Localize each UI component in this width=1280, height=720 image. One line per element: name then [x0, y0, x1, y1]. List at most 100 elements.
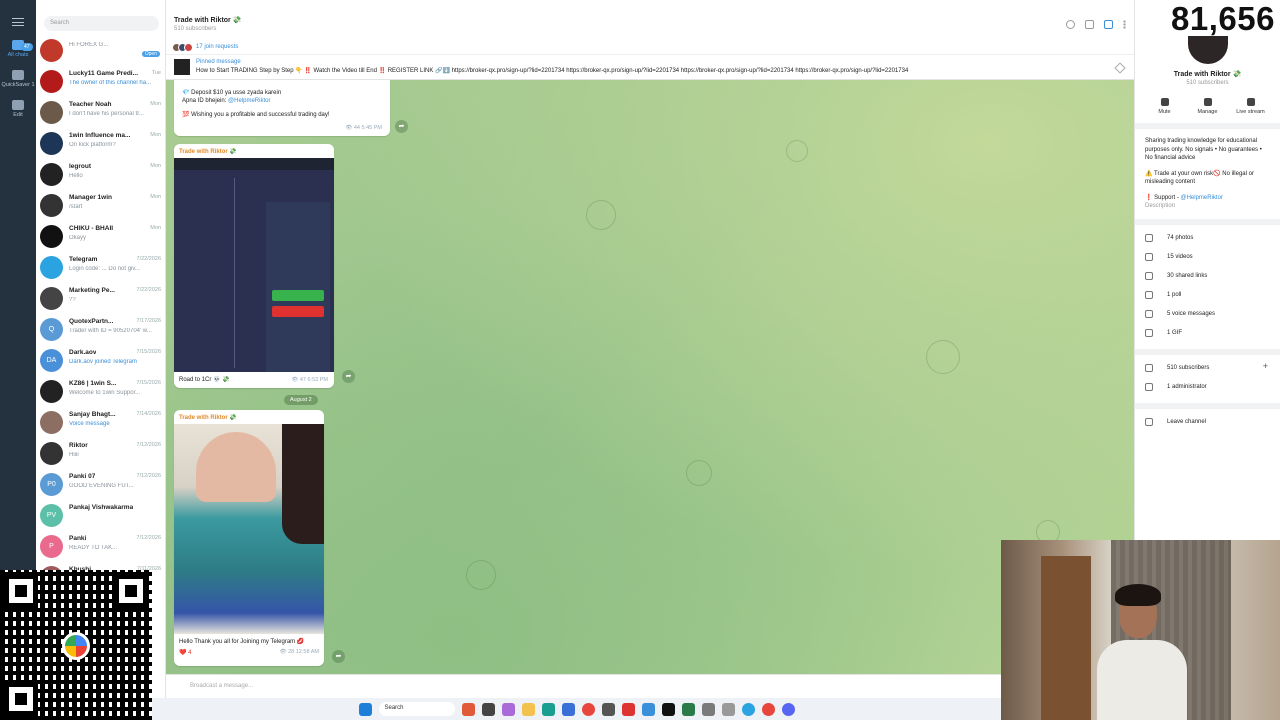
- channel-name: Trade with Riktor 💸: [1173, 71, 1242, 78]
- chat-list-item[interactable]: Telegram 7/22/2026 Login code: ... Do not …: [36, 254, 165, 285]
- message-composer[interactable]: Broadcast a message...: [166, 674, 1134, 700]
- chat-list-item[interactable]: Riktor 7/12/2026 Hiiii: [36, 440, 165, 471]
- photo-attachment[interactable]: [174, 424, 324, 634]
- chat-list-item[interactable]: Marketing Pe... 7/22/2026??: [36, 285, 165, 316]
- chat-list-item[interactable]: 1win Influence ma... Mon On kick platform?: [36, 130, 165, 161]
- chat-time: Mon: [150, 225, 161, 231]
- edit-folders[interactable]: Edit: [0, 96, 36, 118]
- stat-gif[interactable]: 1 GIF: [1145, 324, 1270, 343]
- chat-preview: On kick platform?: [69, 142, 116, 148]
- app-icon[interactable]: [701, 702, 715, 716]
- doodle: [466, 560, 496, 590]
- message-bubble[interactable]: 💎 Deposit $10 ya usse zyada karein Apna …: [174, 80, 390, 136]
- qr-finder: [114, 574, 148, 608]
- windows-start-icon[interactable]: [358, 702, 372, 716]
- sidebar-toggle-icon[interactable]: [1104, 20, 1113, 29]
- live-stream-button[interactable]: Live stream: [1231, 98, 1271, 115]
- taskbar-search[interactable]: Search: [378, 702, 455, 716]
- stat-links[interactable]: 30 shared links: [1145, 267, 1270, 286]
- leave-channel-button[interactable]: Leave channel: [1145, 413, 1270, 432]
- chat-list-item[interactable]: P0 Panki 07 7/12/2026 GOOD EVENING FUT...: [36, 471, 165, 502]
- more-icon[interactable]: [1123, 20, 1126, 29]
- search-icon[interactable]: [1066, 20, 1075, 29]
- taskview-icon[interactable]: [481, 702, 495, 716]
- chat-list-item[interactable]: CHIKU - BHAII Mon Okayy: [36, 223, 165, 254]
- doodle: [926, 340, 960, 374]
- widgets-icon[interactable]: [461, 702, 475, 716]
- folder-quicksaver[interactable]: QuickSaver 1: [0, 66, 36, 88]
- stat-videos[interactable]: 15 videos: [1145, 248, 1270, 267]
- forward-icon[interactable]: ➦: [395, 120, 408, 133]
- trade-screenshot[interactable]: [174, 158, 334, 372]
- pinned-message[interactable]: Pinned message How to Start TRADING Step…: [166, 54, 1134, 80]
- store-icon[interactable]: [561, 702, 575, 716]
- mute-button[interactable]: Mute: [1145, 98, 1185, 115]
- avatar: [40, 101, 63, 124]
- stat-photos[interactable]: 74 photos: [1145, 229, 1270, 248]
- join-requests-label: 17 join requests: [196, 44, 239, 50]
- app-icon[interactable]: [601, 702, 615, 716]
- chat-preview: Dark.aov joined Telegram: [69, 359, 137, 365]
- channel-avatar[interactable]: [1187, 36, 1228, 64]
- subscribers-row[interactable]: 510 subscribers: [1145, 359, 1270, 378]
- reaction-badge[interactable]: ❤️ 4: [179, 649, 191, 656]
- menu-icon[interactable]: [12, 18, 24, 26]
- manage-button[interactable]: Manage: [1188, 98, 1228, 115]
- microphone-icon: [1145, 310, 1153, 318]
- chat-list-item[interactable]: PV Pankaj Vishwakarma: [36, 502, 165, 533]
- screenshot-topbar: [174, 158, 334, 170]
- music-icon[interactable]: [721, 702, 735, 716]
- discord-icon[interactable]: [781, 702, 795, 716]
- edge-icon[interactable]: [541, 702, 555, 716]
- chat-list-item[interactable]: Manager 1win Mon/start: [36, 192, 165, 223]
- chat-list-item[interactable]: KZ86 | 1win S... 7/15/2026 Welcome to 1win…: [36, 378, 165, 409]
- chat-list-item[interactable]: P Panki 7/12/2026 READY TO TAK...: [36, 533, 165, 564]
- avatar: [40, 163, 63, 186]
- stat-voice[interactable]: 5 voice messages: [1145, 305, 1270, 324]
- webcam-shirt: [1097, 640, 1187, 720]
- app-icon[interactable]: [661, 702, 675, 716]
- chat-list-item[interactable]: Hi FOREX G... Open: [36, 37, 165, 68]
- chat-list-item[interactable]: Sanjay Bhagt... 7/14/2026 Voice message: [36, 409, 165, 440]
- telegram-icon[interactable]: [741, 702, 755, 716]
- stat-polls[interactable]: 1 poll: [1145, 286, 1270, 305]
- copilot-icon[interactable]: [501, 702, 515, 716]
- pinned-text: How to Start TRADING Step by Step 👇 ‼️ W…: [196, 68, 909, 74]
- chat-preview: Okayy: [69, 235, 87, 241]
- support-link[interactable]: @HelpmeRiktor: [1180, 195, 1222, 201]
- file-explorer-icon[interactable]: [521, 702, 535, 716]
- screenshot-chart-line: [234, 178, 235, 368]
- chat-list-item[interactable]: Lucky11 Game Predi... Tue The owner of thi…: [36, 68, 165, 99]
- forward-icon[interactable]: ➦: [342, 370, 355, 383]
- add-user-icon[interactable]: +: [1263, 361, 1268, 371]
- channel-actions: Mute Manage Live stream: [1143, 98, 1272, 115]
- chat-header[interactable]: Trade with Riktor 💸 510 subscribers: [166, 0, 1134, 40]
- join-requests-bar[interactable]: 17 join requests: [166, 40, 1134, 54]
- chat-panel: Trade with Riktor 💸 510 subscribers 17 j…: [166, 0, 1134, 700]
- app-icon[interactable]: [681, 702, 695, 716]
- chat-list-item[interactable]: legrout Mon Hello: [36, 161, 165, 192]
- chrome-icon[interactable]: [581, 702, 595, 716]
- pin-list-icon[interactable]: [1114, 62, 1126, 74]
- app-icon[interactable]: [641, 702, 655, 716]
- message-bubble[interactable]: Trade with Riktor 💸 Hello Thank you all …: [174, 410, 324, 666]
- message-bubble[interactable]: Trade with Riktor 💸 Road to 1Cr 💀 💸 👁 47…: [174, 144, 334, 388]
- channel-description: Sharing trading knowledge for educationa…: [1135, 129, 1280, 219]
- chat-name: Dark.aov: [69, 349, 97, 356]
- administrators-row[interactable]: 1 administrator: [1145, 378, 1270, 397]
- avatar: [40, 132, 63, 155]
- discussion-icon[interactable]: [1085, 20, 1094, 29]
- message-author: Trade with Riktor 💸: [179, 149, 237, 155]
- chat-list-item[interactable]: Teacher Noah Mon I don't have his personal…: [36, 99, 165, 130]
- date-separator: August 2: [284, 395, 318, 405]
- chat-time: Mon: [150, 132, 161, 138]
- chrome-icon[interactable]: [761, 702, 775, 716]
- chat-list-item[interactable]: DA Dark.aov 7/15/2026 Dark.aov joined Teleg…: [36, 347, 165, 378]
- chat-list-item[interactable]: Q QuotexPartn... 7/17/2026 Trader with ID =…: [36, 316, 165, 347]
- app-icon[interactable]: [621, 702, 635, 716]
- chat-preview: ??: [69, 297, 76, 303]
- forward-icon[interactable]: ➦: [332, 650, 345, 663]
- support-link[interactable]: @HelpmeRiktor: [228, 98, 270, 104]
- avatar: [40, 225, 63, 248]
- search-input[interactable]: Search: [44, 16, 159, 31]
